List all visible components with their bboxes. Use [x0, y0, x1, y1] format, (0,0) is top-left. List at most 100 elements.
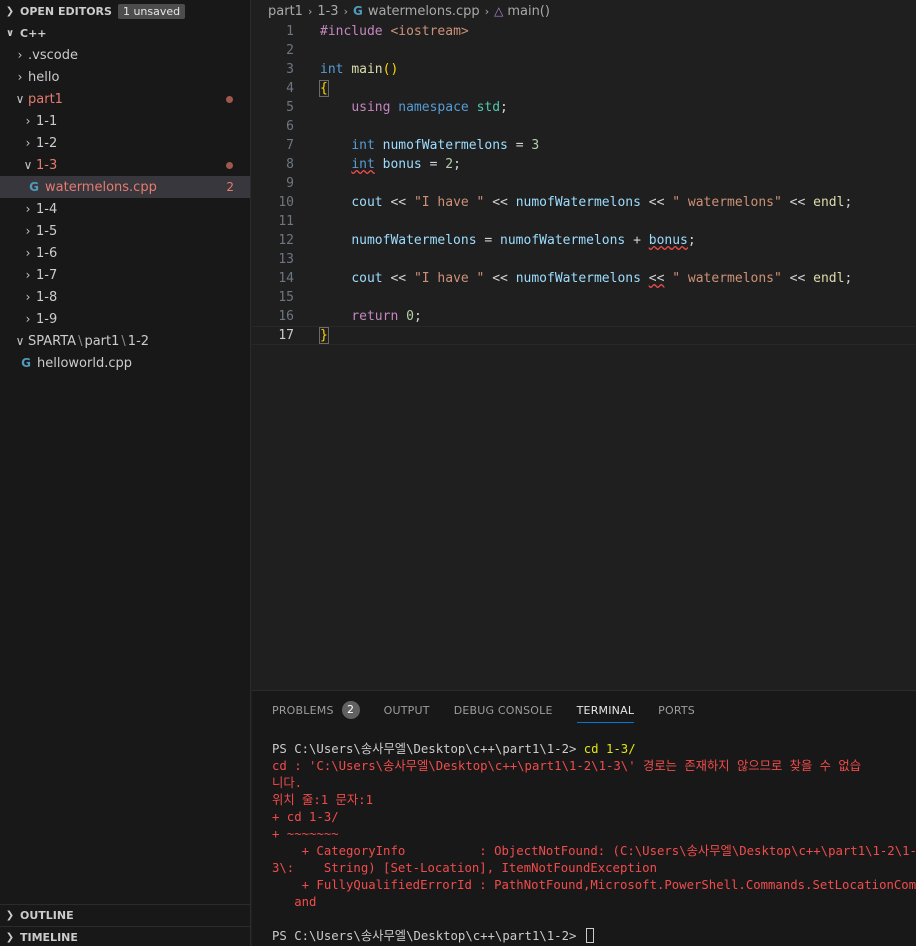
code-token: std [476, 100, 501, 115]
tree-folder-vscode[interactable]: › .vscode [0, 44, 250, 66]
tab-label: PORTS [658, 703, 695, 717]
tree-folder-1-2[interactable]: › 1-2 [0, 132, 250, 154]
terminal-error-line: + CategoryInfo : ObjectNotFound: (C:\Use… [272, 844, 916, 858]
chevron-right-icon: ❯ [5, 5, 15, 17]
breadcrumb-part1[interactable]: part1 [268, 4, 303, 19]
code-lines[interactable]: 1 #include <iostream> 2 3 int main() 4 {… [252, 22, 916, 345]
outline-header[interactable]: ❯ OUTLINE [0, 904, 250, 926]
tree-label: 1-4 [36, 201, 58, 217]
tab-problems[interactable]: PROBLEMS 2 [272, 691, 360, 729]
tree-label-1-2: 1-2 [127, 333, 150, 349]
line-number: 17 [278, 328, 294, 343]
terminal-prompt: PS C:\Users\송사무엘\Desktop\c++\part1\1-2> [272, 929, 584, 943]
code-token: using [351, 100, 391, 115]
line-number: 15 [278, 290, 294, 305]
explorer-sidebar: ❯ OPEN EDITORS 1 unsaved ∨ C++ › .vscode… [0, 0, 251, 946]
code-line: 11 [252, 212, 916, 231]
chevron-right-icon: › [25, 312, 31, 326]
terminal-error-line: + cd 1-3/ [272, 810, 339, 824]
breadcrumb-file[interactable]: watermelons.cpp [368, 4, 480, 19]
code-line: 1 #include <iostream> [252, 22, 916, 41]
tree-label: watermelons.cpp [45, 179, 157, 195]
terminal-prompt: PS C:\Users\송사무엘\Desktop\c++\part1\1-2> [272, 742, 584, 756]
open-editors-header[interactable]: ❯ OPEN EDITORS 1 unsaved [0, 0, 250, 22]
code-token: cout [351, 271, 383, 286]
code-line-current: 17 } [252, 326, 916, 345]
tab-output[interactable]: OUTPUT [384, 691, 430, 729]
line-number: 16 [278, 309, 294, 324]
breadcrumb-symbol[interactable]: main() [507, 4, 550, 19]
problems-count-badge: 2 [341, 701, 360, 719]
modified-dot [226, 161, 233, 169]
code-token: int [351, 138, 375, 153]
tab-debug-console[interactable]: DEBUG CONSOLE [454, 691, 553, 729]
code-token: << [390, 195, 407, 210]
chevron-right-icon: › [343, 4, 348, 18]
code-token: << [492, 271, 508, 286]
tree-folder-sparta[interactable]: ∨ SPARTA \ part1 \ 1-2 [0, 330, 250, 352]
timeline-header[interactable]: ❯ TIMELINE [0, 926, 250, 946]
line-number: 2 [286, 43, 294, 58]
code-token-error: int [351, 157, 375, 172]
tree-folder-1-4[interactable]: › 1-4 [0, 198, 250, 220]
path-separator: \ [78, 333, 83, 349]
workspace-header[interactable]: ∨ C++ [0, 22, 250, 44]
code-token: 0 [406, 309, 414, 324]
code-token: #include [320, 24, 383, 39]
terminal-error-line: cd : 'C:\Users\송사무엘\Desktop\c++\part1\1-… [272, 759, 862, 773]
tab-terminal[interactable]: TERMINAL [576, 691, 635, 729]
tree-folder-1-8[interactable]: › 1-8 [0, 286, 250, 308]
code-editor[interactable]: part1 › 1-3 › G watermelons.cpp › △ main… [252, 0, 916, 690]
chevron-right-icon: › [25, 136, 31, 150]
unsaved-badge: 1 unsaved [117, 3, 186, 19]
line-number: 14 [278, 271, 294, 286]
code-line: 3 int main() [252, 60, 916, 79]
tab-ports[interactable]: PORTS [658, 691, 695, 729]
code-line: 6 [252, 117, 916, 136]
line-number: 4 [286, 81, 294, 96]
code-line: 14 cout << "I have " << numofWatermelons… [252, 269, 916, 288]
code-token: ; [413, 309, 422, 324]
code-token: << [789, 271, 806, 286]
terminal-cursor [585, 928, 594, 943]
breadcrumb: part1 › 1-3 › G watermelons.cpp › △ main… [252, 0, 916, 22]
code-token: ; [687, 233, 696, 248]
chevron-down-icon: ∨ [15, 334, 25, 348]
tree-folder-1-7[interactable]: › 1-7 [0, 264, 250, 286]
code-token: return [351, 309, 399, 324]
line-number: 1 [286, 24, 294, 39]
tree-folder-1-1[interactable]: › 1-1 [0, 110, 250, 132]
tree-folder-1-6[interactable]: › 1-6 [0, 242, 250, 264]
code-line: 2 [252, 41, 916, 60]
code-line: 16 return 0; [252, 307, 916, 326]
terminal-output[interactable]: PS C:\Users\송사무엘\Desktop\c++\part1\1-2> … [252, 729, 916, 945]
chevron-right-icon: › [25, 246, 31, 260]
terminal-error-line: + FullyQualifiedErrorId : PathNotFound,M… [272, 878, 916, 892]
tree-folder-1-3[interactable]: ∨ 1-3 [0, 154, 250, 176]
line-number: 7 [286, 138, 294, 153]
breadcrumb-folder[interactable]: 1-3 [317, 4, 338, 19]
code-token: namespace [398, 100, 469, 115]
tree-folder-hello[interactable]: › hello [0, 66, 250, 88]
tree-folder-part1[interactable]: ∨ part1 [0, 88, 250, 110]
tree-file-helloworld[interactable]: G helloworld.cpp [0, 352, 250, 374]
line-number: 8 [286, 157, 294, 172]
code-token: cout [351, 195, 383, 210]
cpp-file-icon: G [21, 356, 31, 370]
code-token: = [429, 157, 438, 172]
chevron-down-icon: ∨ [23, 158, 33, 172]
tree-file-watermelons[interactable]: G watermelons.cpp 2 [0, 176, 250, 198]
code-token: << [648, 195, 665, 210]
tree-label: 1-9 [36, 311, 58, 327]
code-token: int [320, 62, 344, 77]
code-token: bonus [382, 157, 422, 172]
code-token: ; [500, 100, 508, 115]
code-token: "I have " [413, 195, 485, 210]
terminal-error-line: 위치 줄:1 문자:1 [272, 793, 373, 807]
tree-folder-1-5[interactable]: › 1-5 [0, 220, 250, 242]
tree-folder-1-9[interactable]: › 1-9 [0, 308, 250, 330]
line-number: 13 [278, 252, 294, 267]
problem-count: 2 [226, 180, 234, 194]
code-token: 2 [445, 157, 454, 172]
workspace-title: C++ [20, 26, 47, 40]
